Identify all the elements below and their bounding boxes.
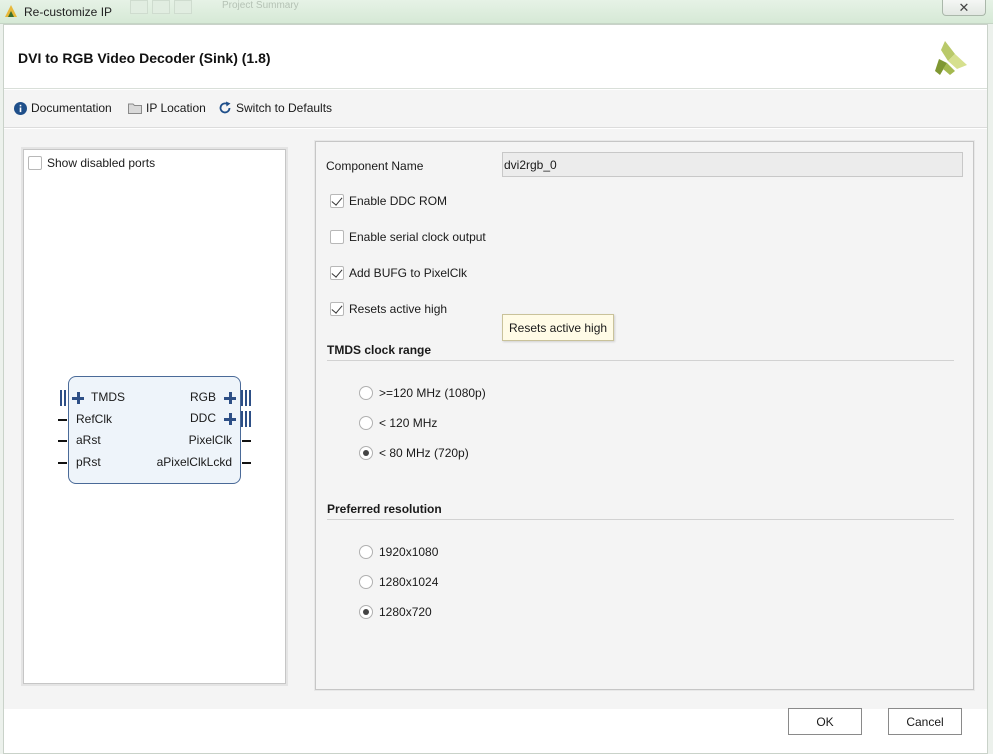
apixelclklckd-pin: [242, 462, 251, 464]
resolution-radio-1280x720[interactable]: [359, 605, 373, 619]
vivado-app-icon: [5, 5, 17, 17]
refresh-icon: [219, 101, 231, 114]
preferred-resolution-title: Preferred resolution: [327, 502, 442, 516]
port-tmds: TMDS: [91, 390, 125, 404]
pixelclk-pin: [242, 440, 251, 442]
resolution-option-label: 1920x1080: [379, 545, 439, 559]
tmds-radio-lt120[interactable]: [359, 416, 373, 430]
ip-location-button[interactable]: IP Location: [128, 101, 206, 115]
enable-ddc-rom-label: Enable DDC ROM: [349, 194, 448, 208]
ip-location-label: IP Location: [146, 101, 206, 115]
arst-pin: [58, 440, 67, 442]
resolution-option-label: 1280x1024: [379, 575, 439, 589]
show-disabled-ports-label: Show disabled ports: [47, 156, 156, 170]
expand-plus-icon[interactable]: [224, 392, 236, 404]
expand-plus-icon[interactable]: [72, 392, 84, 404]
switch-to-defaults-button[interactable]: Switch to Defaults: [218, 101, 332, 115]
info-icon: [14, 101, 27, 115]
background-tab-text: Project Summary: [222, 0, 299, 11]
port-prst: pRst: [76, 455, 101, 469]
dialog-header: DVI to RGB Video Decoder (Sink) (1.8): [4, 25, 987, 89]
ddc-bus-connector: [241, 411, 251, 427]
port-refclk: RefClk: [76, 412, 113, 426]
ip-block-symbol: TMDS RefClk aRst pRst RGB DDC PixelClk a…: [58, 376, 251, 484]
title-bar: Re-customize IP Project Summary ✕: [0, 0, 993, 24]
resolution-radio-1280x1024[interactable]: [359, 575, 373, 589]
ip-symbol-panel: Show disabled ports TMDS RefClk aRst pRs…: [23, 149, 286, 684]
port-apixelclklckd: aPixelClkLckd: [156, 455, 232, 469]
ok-button[interactable]: OK: [788, 708, 862, 735]
tmds-radio-lt80[interactable]: [359, 446, 373, 460]
component-name-input[interactable]: dvi2rgb_0: [502, 152, 963, 177]
window-title: Re-customize IP: [24, 5, 113, 19]
resets-active-high-checkbox[interactable]: [330, 302, 344, 316]
enable-serial-clock-output-label: Enable serial clock output: [349, 230, 486, 244]
add-bufg-to-pixelclk-label: Add BUFG to PixelClk: [349, 266, 468, 280]
main-content: Show disabled ports TMDS RefClk aRst pRs…: [4, 129, 987, 709]
enable-ddc-rom-checkbox[interactable]: [330, 194, 344, 208]
background-ghost-button: [130, 0, 148, 14]
resolution-radio-1920x1080[interactable]: [359, 545, 373, 559]
section-divider: [327, 519, 954, 520]
expand-plus-icon[interactable]: [224, 413, 236, 425]
port-ddc: DDC: [190, 411, 216, 425]
port-arst: aRst: [76, 433, 101, 447]
tmds-clock-range-title: TMDS clock range: [327, 343, 432, 357]
port-rgb: RGB: [189, 390, 216, 404]
port-pixelclk: PixelClk: [188, 433, 232, 447]
rgb-bus-connector: [241, 390, 251, 406]
customize-ip-dialog: DVI to RGB Video Decoder (Sink) (1.8) Do…: [3, 24, 988, 754]
tmds-option-label: >=120 MHz (1080p): [379, 386, 486, 400]
resolution-option-label: 1280x720: [379, 605, 432, 619]
resets-active-high-tooltip: Resets active high: [502, 314, 615, 341]
refclk-pin: [58, 419, 67, 421]
background-ghost-button: [152, 0, 170, 14]
xilinx-logo-icon: [935, 41, 967, 75]
dialog-footer: OK Cancel: [4, 708, 987, 753]
documentation-button[interactable]: Documentation: [14, 101, 112, 115]
add-bufg-to-pixelclk-checkbox[interactable]: [330, 266, 344, 280]
tmds-option-label: < 80 MHz (720p): [379, 446, 469, 460]
tmds-radio-ge120[interactable]: [359, 386, 373, 400]
configuration-panel: Component Name dvi2rgb_0 Enable DDC ROM …: [315, 141, 974, 690]
tmds-option-label: < 120 MHz: [379, 416, 438, 430]
close-button[interactable]: ✕: [942, 0, 986, 16]
documentation-label: Documentation: [31, 101, 112, 115]
toolbar: Documentation IP Location Switch to Defa…: [4, 90, 987, 128]
component-name-label: Component Name: [326, 159, 424, 173]
tmds-bus-connector: [60, 390, 70, 406]
close-icon: ✕: [958, 0, 970, 15]
background-ghost-button: [174, 0, 192, 14]
folder-icon: [128, 103, 142, 114]
prst-pin: [58, 462, 67, 464]
resets-active-high-label: Resets active high: [349, 302, 448, 316]
ip-heading: DVI to RGB Video Decoder (Sink) (1.8): [18, 50, 271, 66]
enable-serial-clock-output-checkbox[interactable]: [330, 230, 344, 244]
cancel-button[interactable]: Cancel: [888, 708, 962, 735]
section-divider: [327, 360, 954, 361]
show-disabled-ports-checkbox[interactable]: [28, 156, 42, 170]
switch-to-defaults-label: Switch to Defaults: [236, 101, 333, 115]
